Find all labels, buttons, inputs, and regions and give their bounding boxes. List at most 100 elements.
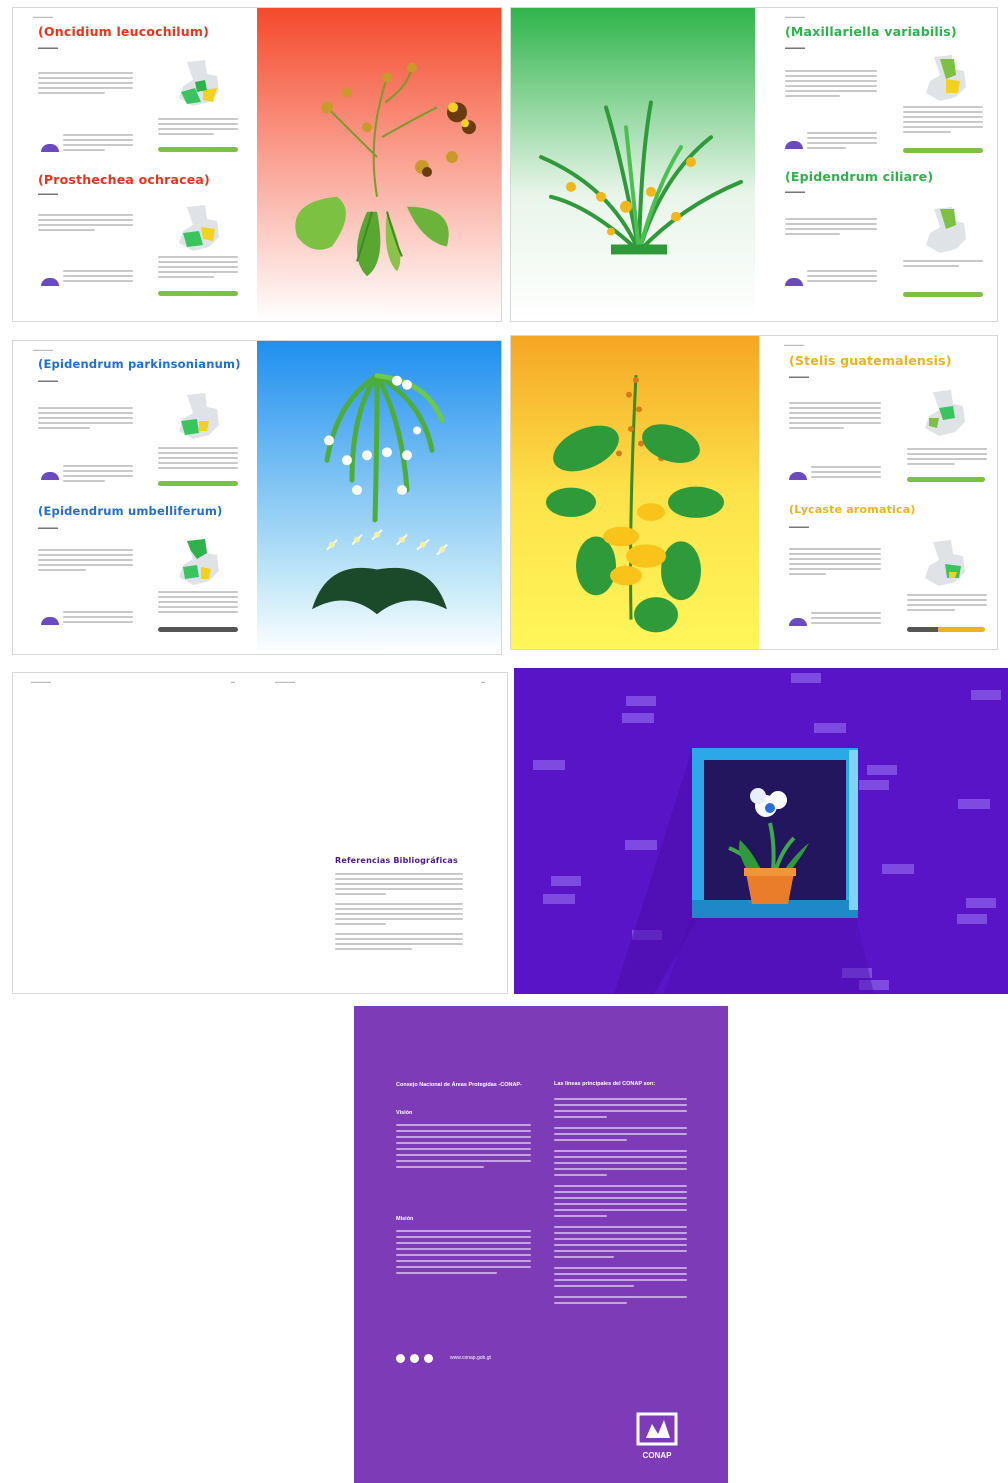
- spread-1: ▬▬▬▬▬ (Oncidium leucochilum) ▬▬▬▬ (Prost…: [12, 7, 502, 322]
- conservation-bar: [158, 291, 238, 296]
- back-cover: Consejo Nacional de Áreas Protegidas -CO…: [354, 1006, 728, 1483]
- spread-3: ▬▬▬▬▬ (Epidendrum parkinsonianum) ▬▬▬▬ (…: [12, 340, 502, 655]
- species-description: [785, 70, 877, 100]
- habitat-text: [63, 611, 133, 626]
- habitat-text: [807, 270, 877, 285]
- habitat-icon: [785, 141, 803, 149]
- conservation-bar: [903, 148, 983, 153]
- species-subtitle: ▬▬▬▬: [785, 45, 805, 51]
- orchid-illustration: [257, 8, 501, 321]
- guatemala-map: [173, 537, 223, 594]
- species-title: (Stelis guatemalensis): [789, 353, 952, 368]
- references-list: [335, 873, 463, 953]
- spread-5-references: ▬▬▬▬▬ ▬ ▬▬▬▬▬ ▬ Referencias Bibliográfic…: [12, 672, 508, 994]
- orchid-illustration: [257, 341, 501, 654]
- conservation-bar: [158, 627, 238, 632]
- back-heading-left: Consejo Nacional de Áreas Protegidas -CO…: [396, 1082, 522, 1088]
- habitat-icon: [789, 472, 807, 480]
- species-subtitle: ▬▬▬▬: [789, 524, 809, 530]
- species-description: [38, 72, 133, 97]
- species-description: [785, 218, 877, 238]
- facebook-icon[interactable]: [396, 1354, 405, 1363]
- habitat-icon: [41, 144, 59, 152]
- distribution-text: [158, 591, 238, 616]
- distribution-text: [158, 447, 238, 472]
- guatemala-map: [919, 538, 969, 595]
- conap-logo: CONAP: [636, 1412, 678, 1460]
- distribution-text: [903, 260, 983, 270]
- conservation-bar: [158, 481, 238, 486]
- species-title: (Prosthechea ochracea): [38, 172, 210, 187]
- social-icons: [396, 1354, 433, 1363]
- distribution-text: [903, 106, 983, 136]
- species-title: (Epidendrum parkinsonianum): [38, 357, 241, 371]
- conservation-bar: [158, 147, 238, 152]
- page-header: ▬▬▬▬▬: [33, 14, 53, 19]
- mission-heading: Misión: [396, 1216, 414, 1222]
- page-header: ▬▬▬▬▬: [275, 679, 295, 684]
- species-description: [38, 214, 133, 234]
- text-page: ▬▬▬▬▬ (Stelis guatemalensis) ▬▬▬▬ (Lycas…: [759, 336, 997, 649]
- conservation-bar: [907, 477, 985, 482]
- window-orchid-illustration: [514, 668, 1008, 994]
- species-title: (Epidendrum umbelliferum): [38, 504, 223, 518]
- references-heading: Referencias Bibliográficas: [335, 856, 458, 865]
- habitat-icon: [789, 618, 807, 626]
- habitat-text: [63, 134, 133, 154]
- species-description: [789, 402, 881, 432]
- species-description: [789, 548, 881, 578]
- habitat-icon: [41, 472, 59, 480]
- orchid-illustration: [511, 336, 759, 649]
- conap-logo-text: CONAP: [642, 1451, 672, 1460]
- twitter-icon[interactable]: [410, 1354, 419, 1363]
- orchid-illustration: [511, 8, 755, 321]
- habitat-icon: [41, 617, 59, 625]
- species-subtitle: ▬▬▬▬: [785, 189, 805, 195]
- page-header: ▬▬▬▬▬: [784, 342, 804, 347]
- distribution-text: [907, 594, 987, 614]
- habitat-text: [811, 612, 881, 627]
- page-header: ▬▬▬▬▬: [31, 679, 51, 684]
- species-description: [38, 407, 133, 432]
- text-page: ▬▬▬▬▬ (Maxillariella variabilis) ▬▬▬▬ (E…: [755, 8, 997, 321]
- species-subtitle: ▬▬▬▬: [38, 378, 58, 384]
- distribution-text: [158, 256, 238, 281]
- habitat-icon: [41, 278, 59, 286]
- vision-text: [396, 1124, 531, 1172]
- page-header: ▬▬▬▬▬: [33, 347, 53, 352]
- conap-logo-mark: [636, 1412, 678, 1446]
- page-number: ▬: [231, 679, 235, 684]
- species-title: (Lycaste aromatica): [789, 503, 916, 516]
- species-title: (Epidendrum ciliare): [785, 169, 934, 184]
- vision-heading: Visión: [396, 1110, 413, 1116]
- guatemala-map: [920, 53, 970, 110]
- page-header: ▬▬▬▬▬: [785, 14, 805, 19]
- habitat-icon: [785, 278, 803, 286]
- species-description: [38, 549, 133, 574]
- habitat-text: [63, 465, 133, 485]
- species-title: (Oncidium leucochilum): [38, 24, 210, 39]
- spread-2: ▬▬▬▬▬ (Maxillariella variabilis) ▬▬▬▬ (E…: [510, 7, 998, 322]
- species-subtitle: ▬▬▬▬: [789, 374, 809, 380]
- species-subtitle: ▬▬▬▬: [38, 525, 58, 531]
- guatemala-map: [919, 388, 969, 445]
- habitat-text: [63, 270, 133, 285]
- distribution-text: [907, 448, 987, 468]
- species-title: (Maxillariella variabilis): [785, 24, 957, 39]
- guatemala-map: [920, 205, 970, 262]
- website-url[interactable]: www.conap.gob.gt: [450, 1355, 491, 1361]
- conservation-bar: [903, 292, 983, 297]
- habitat-text: [811, 466, 881, 481]
- spread-4: ▬▬▬▬▬ (Stelis guatemalensis) ▬▬▬▬ (Lycas…: [510, 335, 998, 650]
- habitat-text: [807, 132, 877, 152]
- text-page: ▬▬▬▬▬ (Oncidium leucochilum) ▬▬▬▬ (Prost…: [13, 8, 257, 321]
- page-number: ▬: [481, 679, 485, 684]
- species-subtitle: ▬▬▬▬: [38, 45, 58, 51]
- guatemala-map: [173, 391, 223, 448]
- species-subtitle: ▬▬▬▬: [38, 191, 58, 197]
- back-heading-right: Las líneas principales del CONAP son:: [554, 1081, 656, 1087]
- distribution-text: [158, 118, 238, 138]
- mission-text: [396, 1230, 531, 1278]
- text-page: ▬▬▬▬▬ (Epidendrum parkinsonianum) ▬▬▬▬ (…: [13, 341, 257, 654]
- youtube-icon[interactable]: [424, 1354, 433, 1363]
